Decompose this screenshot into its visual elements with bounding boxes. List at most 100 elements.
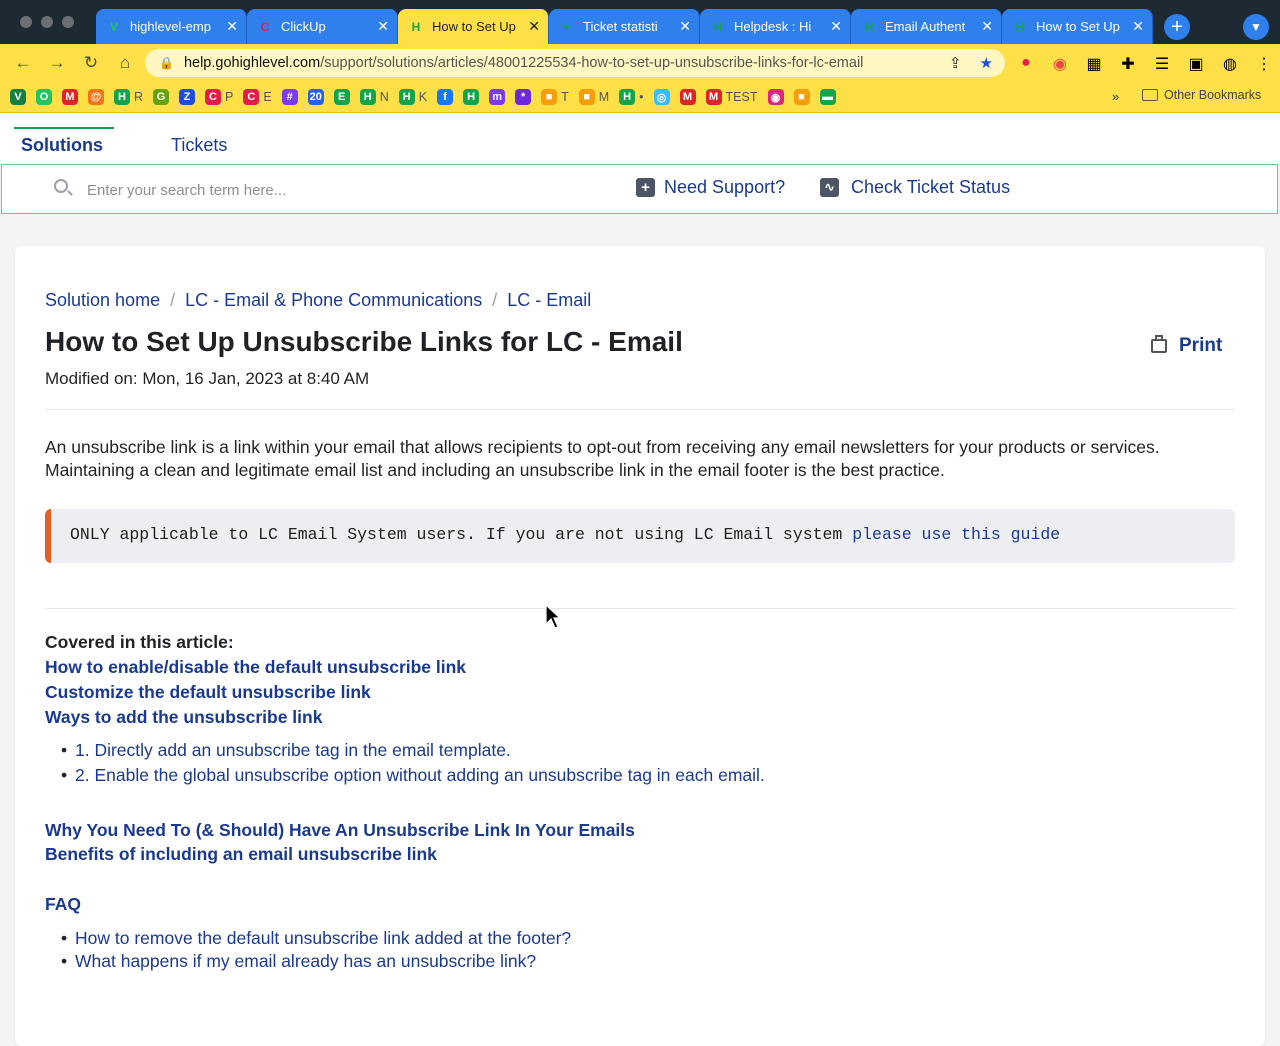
bookmark-item[interactable]: 20 [307,89,324,105]
toc-sub-item[interactable]: 1. Directly add an unsubscribe tag in th… [61,740,765,765]
window-controls[interactable] [20,16,74,28]
bookmark-item[interactable]: ■ M [578,89,609,105]
browser-tab[interactable]: H How to Set Up ✕ [398,9,549,44]
bookmark-favicon-icon: M [705,89,722,105]
bookmark-item[interactable]: ■ [793,89,810,105]
tab-close-icon[interactable]: ✕ [528,18,540,35]
need-support-link[interactable]: + Need Support? [636,177,785,198]
toc-link-ways-to-add[interactable]: Ways to add the unsubscribe link [45,707,322,728]
bookmark-item[interactable]: M [679,89,696,105]
check-ticket-status-link[interactable]: ∿ Check Ticket Status [820,177,1010,198]
address-bar[interactable]: 🔒 help.gohighlevel.com/support/solutions… [145,49,1005,77]
other-bookmarks-folder[interactable]: Other Bookmarks [1142,88,1261,102]
tab-tickets[interactable]: Tickets [171,135,227,156]
bookmark-item[interactable]: O [36,89,52,105]
bookmark-item[interactable]: f [437,89,454,105]
tab-close-icon[interactable]: ✕ [226,18,238,35]
tab-close-icon[interactable]: ✕ [981,18,993,35]
bookmark-item[interactable]: HR [114,89,143,105]
toc-link-enable-disable[interactable]: How to enable/disable the default unsubs… [45,657,466,678]
folder-icon [1142,89,1158,101]
toc-link-faq[interactable]: FAQ [45,894,81,915]
bookmark-item[interactable]: H • [619,89,644,105]
back-arrow-icon[interactable]: ← [6,53,40,73]
bookmark-favicon-icon: m [489,89,506,105]
breadcrumb-folder[interactable]: LC - Email [507,290,591,311]
faq-item[interactable]: What happens if my email already has an … [61,950,571,973]
bookmark-item[interactable]: HN [359,89,389,105]
toc-link-benefits[interactable]: Benefits of including an email unsubscri… [45,844,437,865]
more-bookmarks-chevron-icon[interactable]: » [1112,89,1119,104]
bookmark-item[interactable]: CE [243,89,272,105]
bookmark-item[interactable]: M TEST [705,89,758,105]
bookmark-favicon-icon: O [36,89,52,105]
search-input[interactable] [85,177,489,203]
bookmark-item[interactable]: M [62,89,78,105]
bookmark-item[interactable]: ▬ [819,89,836,105]
bookmark-item[interactable]: H [463,89,480,105]
browser-tab[interactable]: H Helpdesk : Hi ✕ [700,9,851,44]
tab-title: highlevel-emp [130,19,211,34]
tab-close-icon[interactable]: ✕ [679,18,691,35]
bookmark-item[interactable]: G [153,89,170,105]
bookmark-item[interactable]: CP [205,89,233,105]
share-icon[interactable]: ⇪ [949,54,962,72]
bookmark-item[interactable]: ◎ [653,89,670,105]
bookmark-favicon-icon: H [463,89,480,105]
faq-sublist: How to remove the default unsubscribe li… [61,927,571,973]
bookmark-item[interactable]: @ [88,89,104,105]
bookmark-favicon-icon: # [281,89,298,105]
forward-arrow-icon[interactable]: → [40,53,74,73]
breadcrumb-solution-home[interactable]: Solution home [45,290,160,311]
tab-solutions[interactable]: Solutions [21,135,103,156]
bookmark-item[interactable]: Z [179,89,196,105]
extension-new-icon[interactable]: ▦ [1084,54,1104,74]
toc-sub-item[interactable]: 2. Enable the global unsubscribe option … [61,765,765,790]
print-button[interactable]: Print [1151,335,1222,357]
tab-search-chevron-icon[interactable]: ▼ [1243,14,1269,40]
browser-tab[interactable]: C ClickUp ✕ [247,9,398,44]
browser-tab[interactable]: H How to Set Up ✕ [1002,9,1153,44]
bookmark-favicon-icon: E [333,89,350,105]
tab-close-icon[interactable]: ✕ [1132,18,1144,35]
bookmark-item[interactable]: ◉ [767,89,784,105]
faq-item[interactable]: How to remove the default unsubscribe li… [61,927,571,950]
guide-link[interactable]: please use this guide [852,525,1060,544]
reading-list-icon[interactable]: ☰ [1152,54,1172,74]
home-icon[interactable]: ⌂ [108,53,142,73]
browser-menu-icon[interactable]: ⋮ [1254,54,1274,74]
tab-close-icon[interactable]: ✕ [830,18,842,35]
extension-drop-icon[interactable]: ● [1016,54,1036,74]
url-path: /support/solutions/articles/48001225534-… [320,55,864,71]
browser-tab[interactable]: H Email Authent ✕ [851,9,1002,44]
bookmark-item[interactable]: * [515,89,532,105]
bookmark-label: E [263,90,272,104]
toc-link-why-you-need[interactable]: Why You Need To (& Should) Have An Unsub… [45,820,635,841]
browser-tab[interactable]: + Ticket statisti ✕ [549,9,700,44]
lock-icon[interactable]: 🔒 [159,56,174,70]
breadcrumb-category[interactable]: LC - Email & Phone Communications [185,290,482,311]
new-tab-button[interactable]: + [1164,14,1190,40]
tab-favicon-icon: H [1015,19,1025,34]
browser-tab-strip: Vhighlevel-emp ✕ C ClickUp ✕ H How to Set Up ✕ +… [0,0,1280,44]
side-panel-icon[interactable]: ▣ [1186,54,1206,74]
browser-tab[interactable]: Vhighlevel-emp ✕ [96,9,247,44]
bookmark-favicon-icon: ■ [541,89,558,105]
bookmark-item[interactable]: # [281,89,298,105]
info-callout: ONLY applicable to LC Email System users… [45,509,1235,563]
bookmark-item[interactable]: E [333,89,350,105]
bookmark-item[interactable]: m [489,89,506,105]
bookmark-item[interactable]: V [10,89,26,105]
bookmark-star-icon[interactable]: ★ [980,54,993,72]
toc-link-customize[interactable]: Customize the default unsubscribe link [45,682,371,703]
bookmark-item[interactable]: ■ T [541,89,569,105]
tab-close-icon[interactable]: ✕ [377,18,389,35]
bookmarks-bar: V O M @ H R G Z C P C E #20 E H N H Kf Hm * ■ T ■ M H • ◎ M M TEST ◉ ■ ▬… [0,82,1280,113]
profile-avatar-icon[interactable]: ◍ [1220,54,1240,74]
extension-t-icon[interactable]: ◉ [1050,54,1070,74]
bookmark-item[interactable]: HK [398,89,427,105]
reload-icon[interactable]: ↻ [74,53,108,73]
extensions-puzzle-icon[interactable]: ✚ [1118,54,1138,74]
plus-square-icon: + [636,178,655,197]
intro-paragraph: An unsubscribe link is a link within you… [45,437,1160,480]
